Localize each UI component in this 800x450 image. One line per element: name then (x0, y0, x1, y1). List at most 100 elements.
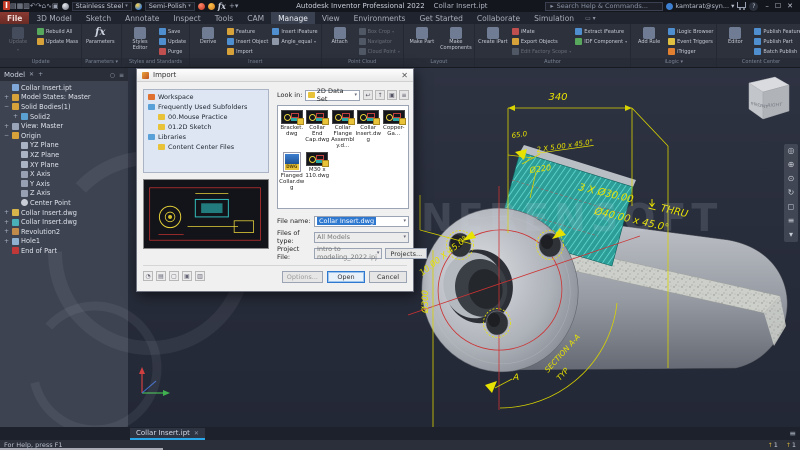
purge-button[interactable]: Purge (159, 47, 186, 56)
search-input[interactable]: ▸Search Help & Commands... (545, 2, 663, 11)
tree-expander[interactable]: − (3, 103, 10, 110)
ribbon-display-toggle[interactable]: ▭ ▾ (585, 12, 596, 24)
tree-expander[interactable]: + (3, 228, 10, 235)
browser-menu-icon[interactable]: ≡ (119, 72, 124, 79)
file-item-bracket-dwg[interactable]: Bracket.dwg (279, 110, 305, 149)
file-item-flanged-collar-dwg[interactable]: DWGFlanged Collar.dwg (279, 152, 305, 191)
tree-item-collar-insert-ipt[interactable]: Collar Insert.ipt (0, 83, 128, 93)
cart-icon[interactable] (737, 2, 746, 8)
search-icon[interactable]: ○ (110, 72, 115, 79)
last-folder-icon[interactable]: ↩ (363, 90, 373, 100)
publish-part-button[interactable]: Publish Part (754, 37, 800, 46)
create-ipart-button[interactable]: Create iPart (478, 26, 508, 46)
restore-button[interactable]: ☐ (775, 2, 781, 10)
ribbon-tab-get-started[interactable]: Get Started (412, 12, 469, 24)
image-icon[interactable]: ▣ (52, 2, 59, 10)
update-indicator[interactable]: ↑1 (768, 441, 778, 449)
export-objects-button[interactable]: Export Objects (512, 37, 571, 46)
tree-expander[interactable]: + (3, 123, 10, 130)
projects-button[interactable]: Projects... (385, 248, 427, 259)
nav-item-workspace[interactable]: Workspace (144, 92, 268, 102)
file-item-collar-insert-dwg[interactable]: Collar Insert.dwg (356, 110, 382, 149)
minimize-button[interactable]: – (765, 2, 769, 10)
update-button[interactable]: Update (159, 37, 186, 46)
make-components-button[interactable]: Make Components (441, 26, 471, 51)
nav-item-00-mouse-practice[interactable]: 00.Mouse Practice (144, 112, 268, 122)
tree-expander[interactable]: + (3, 238, 10, 245)
open-button[interactable]: Open (327, 271, 365, 283)
file-item-m30-x-110-dwg[interactable]: M30 x 110.dwg (305, 152, 331, 191)
imate-button[interactable]: iMate (512, 27, 571, 36)
ribbon-tab-collaborate[interactable]: Collaborate (470, 12, 527, 24)
tree-item-model-states-master[interactable]: +Model States: Master (0, 93, 128, 103)
editor-button[interactable]: Editor (720, 26, 750, 46)
nav-item-01-2d-sketch[interactable]: 01.2D Sketch (144, 122, 268, 132)
tree-item-end-of-part[interactable]: End of Part (0, 246, 128, 256)
batch-publish-button[interactable]: Batch Publish (754, 47, 800, 56)
tree-item-hole1[interactable]: +Hole1 (0, 237, 128, 247)
insert-object-button[interactable]: Insert Object (227, 37, 268, 46)
parameters-button[interactable]: fxParameters (85, 26, 115, 46)
add-rule-button[interactable]: Add Rule (634, 26, 664, 46)
material-combo[interactable]: Stainless Steel▾ (72, 2, 132, 11)
ribbon-tab-tools[interactable]: Tools (208, 12, 240, 24)
ribbon-tab-environments[interactable]: Environments (347, 12, 413, 24)
pan-icon[interactable]: ⊕ (788, 161, 795, 169)
inventor-logo[interactable]: I (3, 1, 10, 10)
derive-button[interactable]: Derive (193, 26, 223, 46)
file-item-collar-flange-assembly-d-[interactable]: Collar Flange Assembly.d... (330, 110, 356, 149)
insert-ifeature-button[interactable]: Insert iFeature (272, 27, 317, 36)
tree-expander[interactable]: + (3, 94, 10, 101)
dialog-close-icon[interactable]: ✕ (401, 71, 408, 80)
tree-item-view-master[interactable]: +View: Master (0, 121, 128, 131)
cancel-button[interactable]: Cancel (369, 271, 407, 283)
tree-item-origin[interactable]: −Origin (0, 131, 128, 141)
view-cube[interactable]: FRONT RIGHT (734, 74, 792, 128)
parameters-fx-icon[interactable]: fx (218, 1, 226, 11)
full-navigation-wheel-icon[interactable]: ◎ (788, 147, 795, 155)
tree-expander[interactable]: − (3, 132, 10, 139)
grid-icon[interactable]: ▤ (156, 271, 166, 281)
appearance-adjust-icon[interactable] (198, 3, 205, 10)
make-part-button[interactable]: Make Part (407, 26, 437, 46)
ribbon-tab-manage[interactable]: Manage (271, 12, 315, 24)
files-of-type-combo[interactable]: All Models▾ (314, 232, 409, 243)
tree-item-solid-bodies-1-[interactable]: −Solid Bodies(1) (0, 102, 128, 112)
new-file-icon[interactable]: ▤ (10, 2, 17, 10)
up-one-level-icon[interactable]: ↑ (375, 90, 385, 100)
browser-add-tab-icon[interactable]: + (38, 71, 43, 78)
save-icon[interactable]: ▥ (23, 2, 30, 10)
file-item-collar-end-cap-dwg[interactable]: Collar End Cap.dwg (305, 110, 331, 149)
tree-item-y-axis[interactable]: Y Axis (0, 179, 128, 189)
close-button[interactable]: ✕ (787, 2, 793, 10)
help-icon[interactable]: ? (749, 2, 758, 11)
document-tab[interactable]: Collar Insert.ipt ✕ (130, 428, 205, 440)
tree-item-collar-insert-dwg[interactable]: +Collar Insert.dwg (0, 208, 128, 218)
new-folder-icon[interactable]: ▣ (387, 90, 397, 100)
publish-feature-button[interactable]: Publish Feature (754, 27, 800, 36)
tree-item-yz-plane[interactable]: YZ Plane (0, 141, 128, 151)
tree-item-xz-plane[interactable]: XZ Plane (0, 150, 128, 160)
zoom-icon[interactable]: ⊙ (788, 175, 795, 183)
user-account[interactable]: kamtarat@syn...▾ (666, 2, 734, 10)
nav-item-content-center-files[interactable]: Content Center Files (144, 142, 268, 152)
recent-icon[interactable]: ◔ (143, 271, 153, 281)
look-in-combo[interactable]: 2D Data Set ▾ (305, 90, 360, 101)
tree-item-solid2[interactable]: +Solid2 (0, 112, 128, 122)
tree-item-x-axis[interactable]: X Axis (0, 169, 128, 179)
tree-item-center-point[interactable]: Center Point (0, 198, 128, 208)
attach-button[interactable]: Attach (325, 26, 355, 46)
appearance-combo[interactable]: Semi-Polish▾ (145, 2, 195, 11)
more-tools-icon[interactable]: ≡ (788, 217, 795, 225)
tree-item-xy-plane[interactable]: XY Plane (0, 160, 128, 170)
ribbon-tab-annotate[interactable]: Annotate (118, 12, 166, 24)
update-mass-button[interactable]: Update Mass (37, 37, 78, 46)
tree-expander[interactable]: + (3, 219, 10, 226)
tree-expander[interactable]: + (3, 209, 10, 216)
rebuild-all-button[interactable]: Rebuild All (37, 27, 78, 36)
ribbon-tab-view[interactable]: View (315, 12, 347, 24)
event-triggers-button[interactable]: Event Triggers (668, 37, 713, 46)
look-at-icon[interactable]: ◻ (788, 203, 795, 211)
tree-item-collar-insert-dwg[interactable]: +Collar Insert.dwg (0, 217, 128, 227)
browser-close-icon[interactable]: ✕ (29, 71, 34, 78)
